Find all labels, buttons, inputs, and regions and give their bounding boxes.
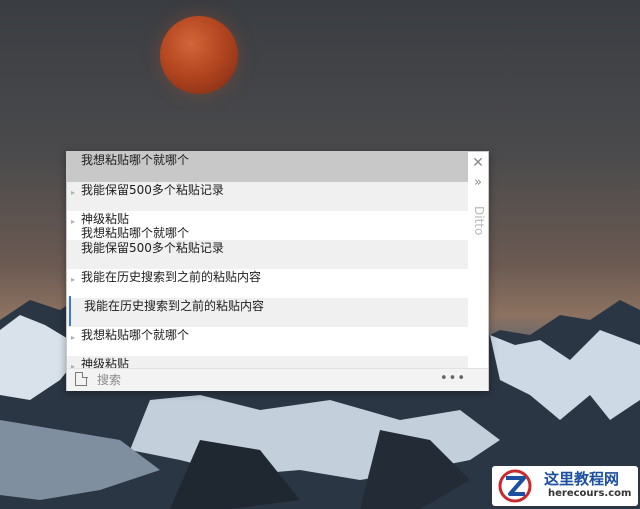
clipboard-item[interactable]: 我想粘贴哪个就哪个 [67, 152, 470, 182]
brand-label: Ditto [472, 206, 486, 236]
clipboard-item[interactable]: ▸ 我能保留500多个粘贴记录 [67, 182, 470, 211]
clipboard-item-text: 我能在历史搜索到之前的粘贴内容 [81, 270, 262, 284]
close-icon[interactable]: ✕ [471, 156, 485, 170]
clipboard-item-text: 我能保留500多个粘贴记录 [81, 241, 224, 255]
watermark-title: 这里教程网 [544, 470, 620, 488]
watermark: 这里教程网 herecours.com [492, 466, 638, 506]
row-marker-icon: ▸ [71, 188, 76, 197]
clipboard-item-text: 我能在历史搜索到之前的粘贴内容 [84, 299, 265, 313]
clipboard-item-text: 我能保留500多个粘贴记录 [81, 183, 224, 197]
clipboard-item[interactable]: ▸ 神级粘贴 [67, 356, 470, 368]
row-marker-icon: ▸ [71, 275, 76, 284]
clipboard-item-text: 神级粘贴 [81, 212, 130, 226]
clipboard-item-text: 神级粘贴 [81, 357, 130, 368]
clipboard-item-text: 我想粘贴哪个就哪个 [81, 226, 190, 240]
row-marker-icon: ▸ [71, 217, 76, 226]
expand-icon[interactable]: » [471, 176, 485, 190]
more-options-button[interactable]: ••• [440, 370, 466, 388]
clipboard-item-text: 我想粘贴哪个就哪个 [81, 328, 190, 342]
watermark-logo-icon [498, 469, 532, 503]
clipboard-history-list[interactable]: 我想粘贴哪个就哪个 ▸ 我能保留500多个粘贴记录 ▸ 神级粘贴 我想粘贴哪个就… [67, 152, 470, 368]
search-input[interactable] [97, 371, 397, 389]
side-panel: ✕ » Ditto [468, 152, 488, 368]
clipboard-item[interactable]: 我能在历史搜索到之前的粘贴内容 [67, 298, 470, 327]
clipboard-item[interactable]: 我能保留500多个粘贴记录 [67, 240, 470, 269]
row-marker-icon: ▸ [71, 362, 76, 368]
clipboard-item[interactable]: ▸ 我能在历史搜索到之前的粘贴内容 [67, 269, 470, 298]
watermark-url: herecours.com [548, 488, 632, 499]
search-bar: ••• [67, 368, 488, 391]
clipboard-item-text: 我想粘贴哪个就哪个 [81, 153, 190, 167]
note-icon[interactable] [75, 372, 88, 386]
clipboard-item[interactable]: ▸ 我想粘贴哪个就哪个 [67, 327, 470, 356]
row-marker-icon: ▸ [71, 333, 76, 342]
focus-indicator [69, 296, 71, 326]
ditto-window: 我想粘贴哪个就哪个 ▸ 我能保留500多个粘贴记录 ▸ 神级粘贴 我想粘贴哪个就… [66, 151, 489, 391]
clipboard-item[interactable]: ▸ 神级粘贴 我想粘贴哪个就哪个 [67, 211, 470, 240]
